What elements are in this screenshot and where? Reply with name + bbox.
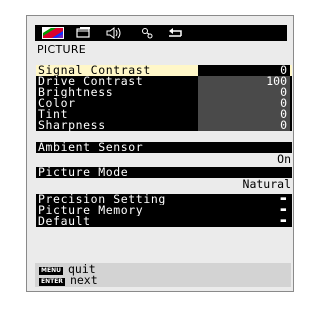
- tab-picture[interactable]: [42, 25, 66, 41]
- help-next-text: next: [69, 273, 98, 287]
- picture-tab-icon: [42, 27, 64, 39]
- section-title: PICTURE: [37, 43, 87, 56]
- help-next: ENTER next: [39, 273, 98, 287]
- submenu-arrow-icon: ▬: [280, 194, 286, 204]
- osd-menu: PICTURE Signal Contrast 0 Drive Contrast 10…: [26, 15, 294, 292]
- setting-value: 0: [198, 108, 290, 120]
- menu-key-icon: MENU: [39, 267, 63, 275]
- tab-bar: [35, 25, 287, 41]
- setting-value: 0: [198, 119, 290, 131]
- enter-key-icon: ENTER: [39, 278, 65, 286]
- setting-row[interactable]: Sharpness 0: [36, 118, 292, 132]
- setting-value: 0: [198, 97, 290, 109]
- setting-label: Sharpness: [38, 118, 106, 132]
- ambient-sensor-value: On: [277, 152, 291, 166]
- setup-tab-icon: [142, 28, 153, 39]
- help-bar: MENU quit ENTER next: [35, 263, 291, 287]
- display-tab-icon: [76, 27, 90, 38]
- audio-tab-icon: [106, 27, 121, 39]
- tab-setup[interactable]: [139, 25, 157, 41]
- tab-display[interactable]: [75, 25, 93, 41]
- submenu-row[interactable]: Default ▬: [36, 214, 292, 228]
- submenu-arrow-icon: ▬: [280, 205, 286, 215]
- return-tab-icon: [169, 28, 182, 37]
- picture-mode-item[interactable]: Picture Mode Natural: [36, 166, 292, 191]
- picture-mode-value: Natural: [242, 177, 291, 191]
- ambient-sensor-item[interactable]: Ambient Sensor On: [36, 141, 292, 166]
- ambient-sensor-label: Ambient Sensor: [36, 141, 292, 153]
- setting-row[interactable]: Color 0: [36, 97, 292, 109]
- setting-value: 0: [198, 86, 290, 98]
- tab-audio[interactable]: [105, 25, 125, 41]
- tab-return[interactable]: [166, 25, 184, 41]
- setting-value: 100: [198, 75, 290, 87]
- submenu-label: Default: [38, 214, 91, 228]
- submenu-arrow-icon: ▬: [280, 216, 286, 226]
